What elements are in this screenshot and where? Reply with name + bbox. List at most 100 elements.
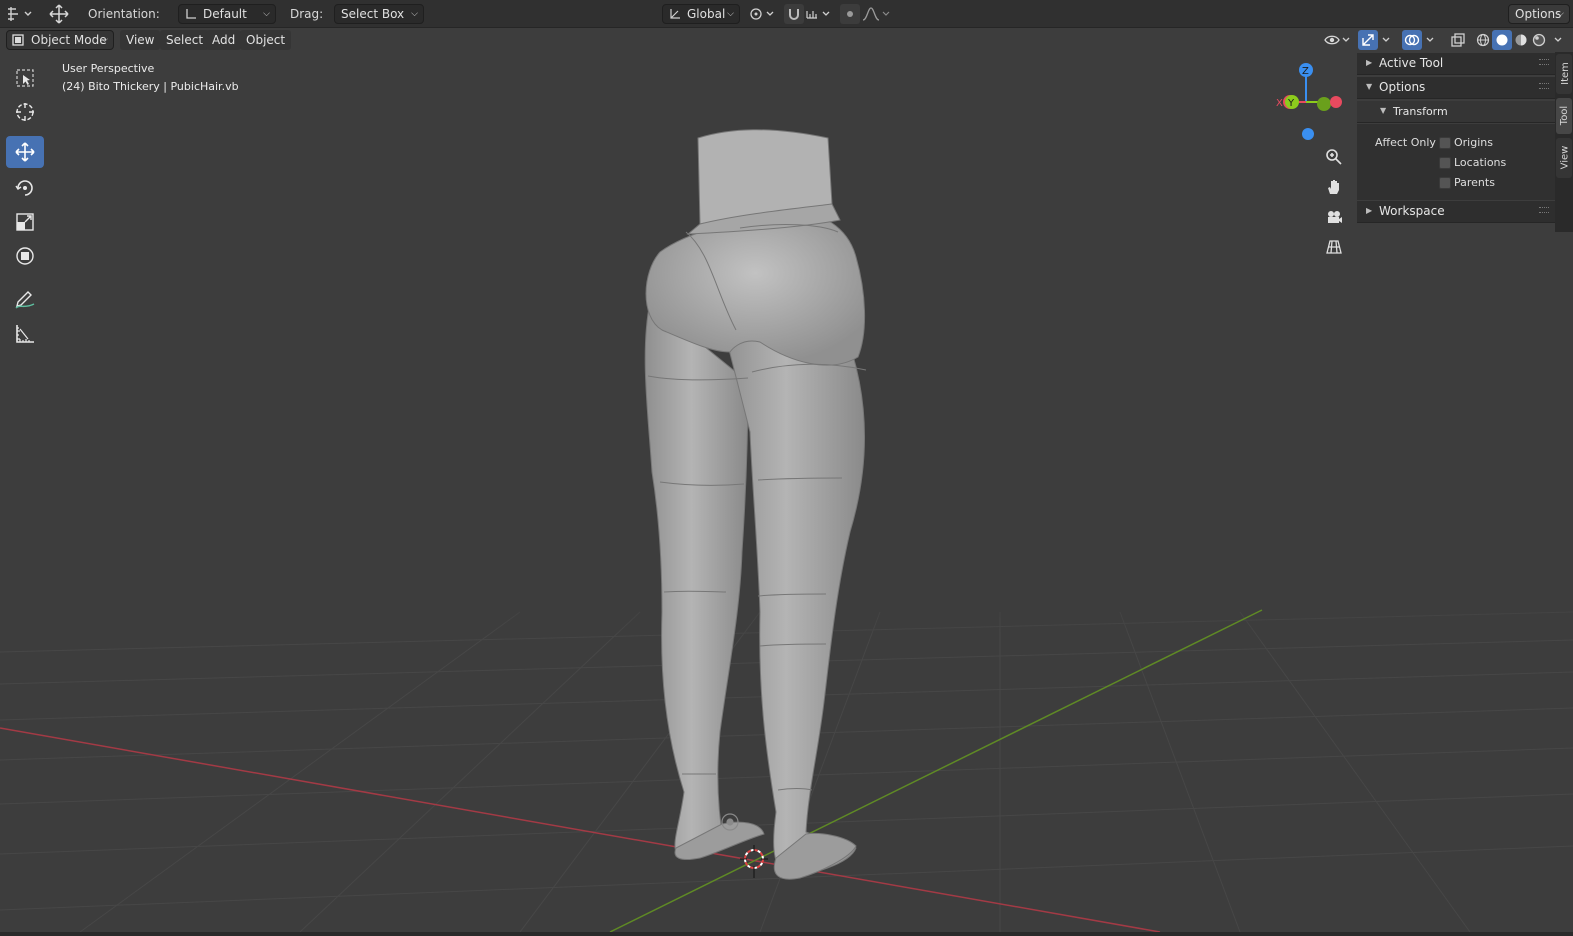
chevron-down-icon: ⌵ [101,35,108,45]
chevron-down-icon: ⌵ [263,9,270,19]
tool-annotate[interactable] [6,282,44,314]
svg-text:Y: Y [1287,98,1295,109]
tab-view[interactable]: View [1556,138,1572,178]
material-sphere-icon [1515,34,1527,46]
shading-options-dropdown[interactable] [1550,30,1566,50]
tool-scale[interactable] [6,206,44,238]
drag-value: Select Box [341,7,405,21]
parents-label[interactable]: Parents [1454,176,1495,189]
view-perspective-label: User Perspective [62,62,155,75]
panel-workspace[interactable]: ▶ Workspace [1357,201,1555,223]
menu-add[interactable]: Add [206,30,242,50]
shading-wireframe-button[interactable] [1474,30,1492,50]
origins-checkbox[interactable] [1439,137,1451,149]
tool-measure[interactable] [6,318,44,350]
panel-active-tool[interactable]: ▶ Active Tool [1357,53,1555,75]
collapse-triangle-icon: ▼ [1380,106,1387,115]
mode-value: Object Mode [31,33,107,47]
navigation-gizmo[interactable]: Z Y X [1266,60,1350,148]
xray-toggle-button[interactable] [1448,30,1468,50]
affect-only-label: Affect Only [1375,136,1436,149]
svg-text:Z: Z [1302,66,1309,77]
camera-view-button[interactable] [1321,204,1347,230]
move-icon [15,142,35,162]
falloff-button[interactable] [860,4,892,24]
chevron-down-icon [1554,37,1562,42]
solid-sphere-icon [1496,34,1508,46]
parents-checkbox[interactable] [1439,177,1451,189]
drag-grip-icon[interactable] [1539,59,1549,65]
zoom-button[interactable] [1321,144,1347,170]
origins-label[interactable]: Origins [1454,136,1493,149]
wireframe-sphere-icon [1476,33,1490,47]
grid-perspective-icon [1326,240,1342,254]
object-mode-icon [12,34,24,46]
tool-transform[interactable] [6,240,44,272]
hand-icon [1328,180,1339,194]
pan-button[interactable] [1321,174,1347,200]
locations-label[interactable]: Locations [1454,156,1506,169]
orientation-dropdown[interactable]: Default ⌵ [178,4,276,24]
editor-type-button[interactable] [4,4,36,24]
shading-rendered-button[interactable] [1530,30,1548,50]
shading-solid-button[interactable] [1492,30,1512,50]
rendered-sphere-icon [1532,33,1546,47]
global-axis-icon [670,9,680,19]
transform-icon [16,247,34,265]
tool-move[interactable] [6,136,44,168]
annotate-pencil-icon [15,291,35,309]
chevron-down-icon: ⌵ [411,9,418,19]
tab-item-label: Item [1559,62,1571,85]
zoom-icon [1326,149,1342,165]
object-info-label: (24) Bito Thickery | PubicHair.vb [62,80,239,93]
expand-triangle-icon: ▶ [1366,206,1373,215]
panel-title-workspace: Workspace [1379,204,1445,218]
drag-grip-icon[interactable] [1539,83,1549,89]
visibility-button[interactable] [1322,30,1354,50]
snap-target-button[interactable] [804,4,834,24]
overlays-toggle-button[interactable] [1402,30,1422,50]
snap-toggle-button[interactable] [784,4,804,24]
falloff-curve-icon [862,7,890,21]
affect-only-group: Affect Only Origins Locations Parents [1357,124,1555,200]
menu-view[interactable]: View [120,30,161,50]
menu-object[interactable]: Object [240,30,292,50]
camera-icon [1328,211,1342,223]
menu-select[interactable]: Select [160,30,210,50]
tab-view-label: View [1559,145,1571,170]
gizmo-toggle-button[interactable] [1358,30,1378,50]
move-tool-header-icon[interactable] [46,3,72,25]
drag-label: Drag: [290,7,324,21]
chevron-down-icon: ⌵ [727,9,734,19]
gizmo-icon [1362,34,1374,46]
locations-checkbox[interactable] [1439,157,1451,169]
shading-material-button[interactable] [1512,30,1530,50]
eye-icon [1324,35,1350,45]
tool-select-box[interactable] [6,62,44,94]
options-dropdown[interactable]: Options ⌵ [1508,4,1570,24]
gizmo-options-dropdown[interactable] [1378,30,1394,50]
tab-tool[interactable]: Tool [1556,98,1572,134]
overlays-options-dropdown[interactable] [1422,30,1438,50]
tool-rotate[interactable] [6,172,44,204]
mode-dropdown[interactable]: Object Mode ⌵ [6,30,114,50]
panel-options[interactable]: ▼ Options [1357,77,1555,99]
drag-dropdown[interactable]: Select Box ⌵ [334,4,424,24]
proportional-edit-icon [847,11,853,17]
tab-item[interactable]: Item [1556,54,1572,94]
drag-grip-icon[interactable] [1539,207,1549,213]
transform-orientation-dropdown[interactable]: Global ⌵ [662,4,740,24]
expand-triangle-icon: ▶ [1366,58,1373,67]
tool-cursor[interactable] [6,96,44,128]
sidebar-tabs: Item Tool View [1555,52,1573,232]
3d-viewport[interactable]: User Perspective (24) Bito Thickery | Pu… [0,52,1573,932]
pivot-icon [750,8,774,20]
cursor-icon [16,103,34,121]
projection-toggle-button[interactable] [1321,234,1347,260]
snap-increment-icon [806,11,830,19]
pivot-point-button[interactable] [746,4,778,24]
select-box-icon [16,69,34,87]
chevron-down-icon [1382,37,1390,42]
subpanel-transform[interactable]: ▼ Transform [1357,101,1555,123]
proportional-edit-button[interactable] [840,4,860,24]
